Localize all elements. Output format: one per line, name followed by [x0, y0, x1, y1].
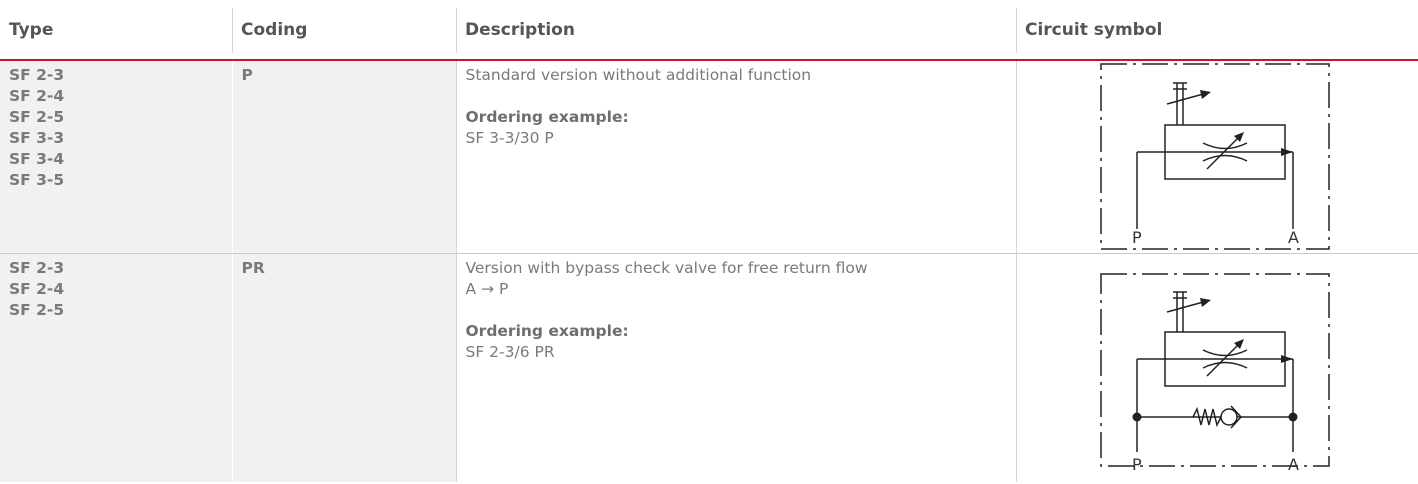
header-description: Description — [456, 0, 1016, 61]
type-cell: SF 2-3 SF 2-4 SF 2-5 — [0, 253, 233, 482]
column-divider — [1016, 8, 1017, 53]
header-circuit-symbol: Circuit symbol — [1016, 0, 1418, 61]
circuit-symbol-cell: P A — [1016, 253, 1418, 482]
type-value: SF 2-4 — [9, 87, 65, 105]
column-divider — [232, 8, 233, 53]
description-cell: Standard version without additional func… — [456, 60, 1017, 254]
port-p-label: P — [1132, 455, 1142, 474]
throttle-valve-symbol-icon: P A — [1099, 63, 1330, 250]
description-flow-direction: A → P — [465, 279, 509, 298]
spec-table: Type Coding Description Circuit symbol S… — [0, 0, 1418, 482]
header-coding: Coding — [232, 0, 456, 61]
header-row: Type Coding Description Circuit symbol — [0, 0, 1418, 61]
ordering-example-label: Ordering example: — [465, 321, 629, 340]
ordering-example-label: Ordering example: — [465, 108, 629, 126]
coding-cell: PR — [232, 253, 457, 482]
throttle-check-valve-symbol-icon: P A — [1099, 272, 1330, 474]
description-text: Version with bypass check valve for free… — [465, 258, 868, 277]
type-cell: SF 2-3 SF 2-4 SF 2-5 SF 3-3 SF 3-4 SF 3-… — [0, 60, 233, 254]
port-a-label: A — [1288, 455, 1299, 474]
header-description-label: Description — [465, 19, 575, 40]
port-a-label: A — [1288, 228, 1299, 247]
circuit-symbol-cell: P A — [1016, 60, 1418, 254]
table-row: SF 2-3 SF 2-4 SF 2-5 PR Version with byp… — [0, 253, 1418, 482]
description-cell: Version with bypass check valve for free… — [456, 253, 1017, 482]
type-value: SF 2-5 — [9, 108, 65, 126]
type-value: SF 3-3 — [9, 129, 65, 147]
column-divider — [456, 8, 457, 53]
type-value: SF 2-5 — [9, 300, 65, 319]
description-text: Standard version without additional func… — [465, 66, 812, 84]
ordering-example-value: SF 3-3/30 P — [465, 129, 554, 147]
header-type: Type — [0, 0, 232, 61]
header-circuit-symbol-label: Circuit symbol — [1025, 19, 1163, 40]
coding-cell: P — [232, 60, 457, 254]
type-value: SF 2-4 — [9, 279, 65, 298]
ordering-example-value: SF 2-3/6 PR — [465, 342, 555, 361]
table-row: SF 2-3 SF 2-4 SF 2-5 SF 3-3 SF 3-4 SF 3-… — [0, 60, 1418, 254]
type-value: SF 3-5 — [9, 171, 65, 189]
type-value: SF 2-3 — [9, 66, 65, 84]
port-p-label: P — [1132, 228, 1142, 247]
type-value: SF 2-3 — [9, 258, 65, 277]
header-coding-label: Coding — [241, 19, 308, 40]
type-value: SF 3-4 — [9, 150, 65, 168]
